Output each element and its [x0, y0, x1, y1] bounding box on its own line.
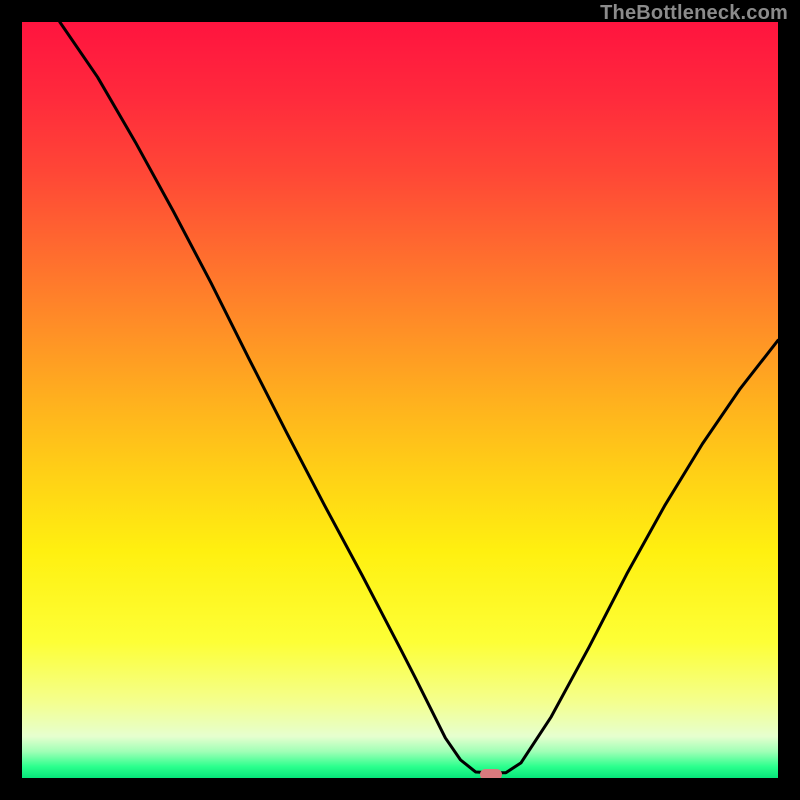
watermark-text: TheBottleneck.com	[600, 2, 788, 25]
plot-area	[22, 22, 778, 778]
image-frame: TheBottleneck.com	[0, 0, 800, 800]
background-gradient	[22, 22, 778, 778]
